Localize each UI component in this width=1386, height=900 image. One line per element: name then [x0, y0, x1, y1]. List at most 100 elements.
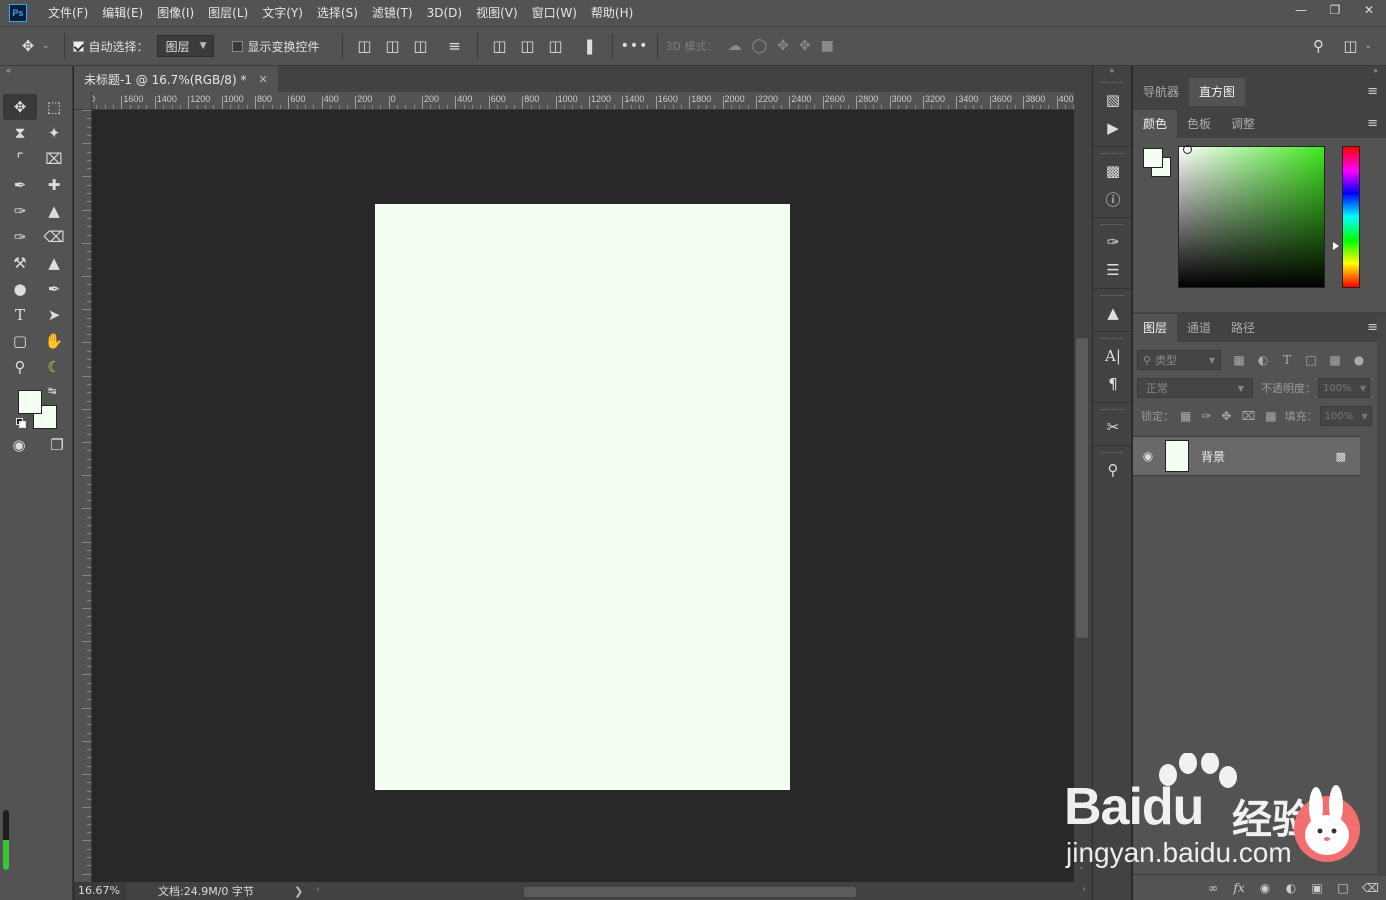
menu-select[interactable]: 选择(S) — [310, 0, 365, 26]
tab-navigator[interactable]: 导航器 — [1133, 78, 1189, 106]
menu-image[interactable]: 图像(I) — [150, 0, 201, 26]
minimize-icon[interactable]: — — [1284, 0, 1318, 20]
actions-panel-icon[interactable]: ▶ — [1093, 114, 1133, 142]
brush-tool-icon[interactable]: ✑ — [3, 198, 37, 224]
close-tab-icon[interactable]: ✕ — [258, 73, 267, 86]
panel-grip[interactable] — [1101, 224, 1123, 226]
opacity-input[interactable]: 100% ▼ — [1318, 378, 1370, 398]
panel-menu-icon[interactable]: ≡ — [1367, 116, 1378, 131]
3d-pan-icon[interactable]: ✥ — [777, 38, 789, 54]
collapse-right-panels-icon[interactable]: » — [1133, 66, 1386, 76]
panel-grip[interactable] — [1101, 295, 1123, 297]
scroll-down-icon[interactable]: ⌄ — [1078, 862, 1085, 871]
color-picker-marker[interactable] — [1183, 145, 1192, 154]
filter-smart-object-icon[interactable]: ▩ — [1329, 353, 1341, 367]
history-brush-tool-icon[interactable]: ✑ — [3, 224, 37, 250]
workspace-chevron-icon[interactable]: ⌄ — [1364, 41, 1372, 51]
canvas-horizontal-scrollbar[interactable]: ‹ › — [316, 884, 1086, 897]
distribute-horizontal-icon[interactable]: ❚ — [580, 37, 600, 55]
menu-window[interactable]: 窗口(W) — [525, 0, 584, 26]
scrollbar-thumb[interactable] — [1076, 338, 1088, 638]
lock-image-icon[interactable]: ✑ — [1201, 409, 1211, 423]
magic-wand-tool-icon[interactable]: ✦ — [37, 120, 71, 146]
align-vcenter-icon[interactable]: ◫ — [518, 37, 538, 55]
swap-colors-icon[interactable]: ↹ — [48, 386, 56, 397]
quick-mask-icon[interactable]: ◉ — [7, 434, 31, 456]
panel-menu-icon[interactable]: ≡ — [1367, 84, 1378, 99]
clone-stamp-tool-icon[interactable]: ▲ — [37, 198, 71, 224]
3d-roll-icon[interactable]: ◯ — [751, 38, 767, 54]
ruler-origin[interactable] — [74, 92, 92, 110]
layer-style-fx-icon[interactable]: fx — [1232, 881, 1246, 895]
tab-histogram[interactable]: 直方图 — [1189, 78, 1246, 106]
eye-visibility-icon[interactable]: ◉ — [1133, 449, 1163, 463]
search-icon[interactable]: ⚲ — [1308, 37, 1328, 55]
3d-slide-icon[interactable]: ✥ — [799, 38, 811, 54]
align-right-icon[interactable]: ◫ — [411, 37, 431, 55]
layer-name[interactable]: 背景 — [1201, 448, 1225, 465]
panel-grip[interactable] — [1101, 409, 1123, 411]
restore-icon[interactable]: ❐ — [1318, 0, 1352, 20]
clone-source-icon[interactable]: ▲ — [1093, 299, 1133, 327]
layer-row[interactable]: ◉ 背景 ▩ — [1133, 436, 1360, 476]
screen-mode-icon[interactable]: ❐ — [45, 434, 69, 456]
menu-layer[interactable]: 图层(L) — [201, 0, 255, 26]
menu-3d[interactable]: 3D(D) — [420, 0, 469, 26]
libraries-panel-icon[interactable]: ⚲ — [1093, 456, 1133, 484]
filter-shape-icon[interactable]: □ — [1305, 353, 1317, 367]
align-top-icon[interactable]: ◫ — [490, 37, 510, 55]
document-canvas[interactable] — [375, 204, 790, 790]
align-left-icon[interactable]: ◫ — [355, 37, 375, 55]
menu-help[interactable]: 帮助(H) — [584, 0, 640, 26]
crop-tool-icon[interactable]: ⌜ — [3, 146, 37, 172]
paint-bucket-tool-icon[interactable]: ⚒ — [3, 250, 37, 276]
distribute-vertical-icon[interactable]: ≡ — [445, 37, 465, 55]
tool-preset-chevron-icon[interactable]: ⌄ — [42, 41, 50, 51]
menu-edit[interactable]: 编辑(E) — [95, 0, 150, 26]
filter-toggle-icon[interactable]: ● — [1353, 353, 1365, 367]
canvas-area[interactable] — [92, 110, 1074, 882]
foreground-color-swatch[interactable] — [18, 390, 42, 414]
filter-adjustment-icon[interactable]: ◐ — [1257, 353, 1269, 367]
paragraph-panel-icon[interactable]: ¶ — [1093, 370, 1133, 398]
hue-slider[interactable] — [1342, 146, 1360, 288]
move-tool-icon[interactable]: ✥ — [18, 37, 38, 55]
hue-slider-marker[interactable] — [1333, 242, 1339, 250]
lock-position-icon[interactable]: ✥ — [1221, 409, 1231, 423]
panel-scrollbar[interactable] — [1377, 316, 1386, 876]
default-colors-icon[interactable] — [16, 418, 26, 428]
3d-orbit-icon[interactable]: ☁ — [727, 38, 741, 54]
close-window-icon[interactable]: ✕ — [1352, 0, 1386, 20]
pen-tool-icon[interactable]: ✒ — [37, 276, 71, 302]
expand-panels-icon[interactable]: « — [1093, 66, 1131, 76]
color-saturation-field[interactable] — [1178, 145, 1325, 288]
brush-settings-icon[interactable]: ☰ — [1093, 256, 1133, 284]
status-menu-icon[interactable]: ❯ — [294, 885, 312, 898]
menu-filter[interactable]: 滤镜(T) — [365, 0, 420, 26]
canvas-vertical-scrollbar[interactable]: ⌄ — [1074, 92, 1092, 882]
3d-panel-icon[interactable]: ▩ — [1093, 157, 1133, 185]
brushes-panel-icon[interactable]: ✑ — [1093, 228, 1133, 256]
scroll-right-icon[interactable]: › — [1082, 884, 1086, 895]
lock-icon[interactable]: ▩ — [1336, 450, 1346, 463]
menu-file[interactable]: 文件(F) — [41, 0, 95, 26]
new-group-folder-icon[interactable]: ▣ — [1310, 881, 1324, 895]
lock-all-icon[interactable]: ▩ — [1265, 409, 1276, 423]
more-options-icon[interactable]: ••• — [621, 38, 648, 54]
layer-filter-dropdown[interactable]: ⚲ 类型 ▼ — [1137, 350, 1221, 370]
link-layers-icon[interactable]: ∞ — [1206, 881, 1220, 895]
tool-presets-icon[interactable]: ✂ — [1093, 413, 1133, 441]
scroll-left-icon[interactable]: ‹ — [316, 884, 320, 895]
vertical-ruler[interactable] — [74, 110, 92, 882]
adjustment-layer-icon[interactable]: ◐ — [1284, 881, 1298, 895]
menu-type[interactable]: 文字(Y) — [255, 0, 310, 26]
zoom-level[interactable]: 16.67% — [74, 882, 126, 900]
panel-grip[interactable] — [1101, 82, 1123, 84]
panel-grip[interactable] — [1101, 452, 1123, 454]
auto-select-target-dropdown[interactable]: 图层 ▼ — [156, 35, 214, 57]
character-panel-icon[interactable]: A| — [1093, 342, 1133, 370]
menu-view[interactable]: 视图(V) — [469, 0, 525, 26]
type-tool-icon[interactable]: T — [3, 302, 37, 328]
align-hcenter-icon[interactable]: ◫ — [383, 37, 403, 55]
tab-swatches[interactable]: 色板 — [1177, 110, 1221, 138]
